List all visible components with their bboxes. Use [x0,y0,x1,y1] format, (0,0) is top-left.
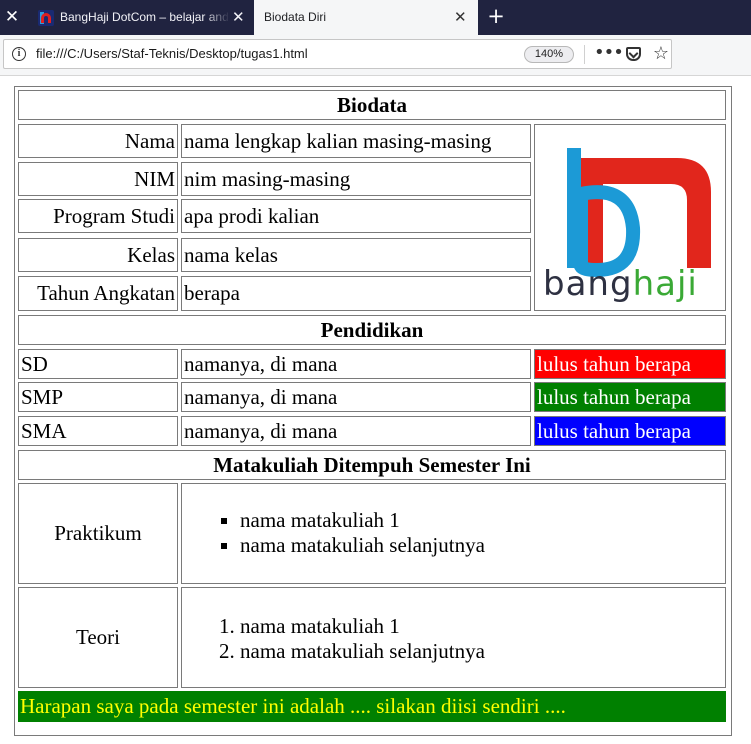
url-bar-divider [584,45,585,64]
level-smp: SMP [18,382,178,412]
teori-list: nama matakuliah 1 nama matakuliah selanj… [240,614,485,664]
label-nim: NIM [18,162,178,196]
year-smp: lulus tahun berapa [534,382,726,412]
value-tahun-angkatan: berapa [181,276,531,311]
list-item: nama matakuliah 1 [240,508,485,533]
matakuliah-header: Matakuliah Ditempuh Semester Ini [18,450,726,480]
tab-banghaji[interactable]: BangHaji DotCom – belajar and ✕ [26,0,250,35]
page-content: Biodata Nama nama lengkap kalian masing-… [0,77,751,744]
label-program-studi: Program Studi [18,199,178,233]
pendidikan-header: Pendidikan [18,315,726,345]
school-sma: namanya, di mana [181,416,531,446]
label-tahun-angkatan: Tahun Angkatan [18,276,178,311]
list-item: nama matakuliah selanjutnya [240,639,485,664]
list-item: nama matakuliah 1 [240,614,485,639]
tab-bar: ✕ BangHaji DotCom – belajar and ✕ Biodat… [0,0,751,35]
url-bar[interactable]: i file:///C:/Users/Staf-Teknis/Desktop/t… [3,39,672,69]
navigation-bar: i file:///C:/Users/Staf-Teknis/Desktop/t… [0,35,751,76]
teori-list-cell: nama matakuliah 1 nama matakuliah selanj… [181,587,726,688]
star-icon[interactable]: ☆ [651,41,671,67]
tab-title: BangHaji DotCom – belajar and [60,10,229,24]
tab-close-icon[interactable]: ✕ [454,0,467,35]
value-kelas: nama kelas [181,238,531,272]
level-sd: SD [18,349,178,379]
banghaji-logo-wordmark: banghaji [543,264,698,304]
school-sd: namanya, di mana [181,349,531,379]
list-item: nama matakuliah selanjutnya [240,533,485,558]
label-nama: Nama [18,124,178,158]
info-icon[interactable]: i [12,47,26,61]
url-text[interactable]: file:///C:/Users/Staf-Teknis/Desktop/tug… [36,40,308,68]
harapan-row: Harapan saya pada semester ini adalah ..… [18,691,726,722]
teori-label: Teori [18,587,178,688]
school-smp: namanya, di mana [181,382,531,412]
praktikum-list: nama matakuliah 1 nama matakuliah selanj… [240,508,485,558]
value-nim: nim masing-masing [181,162,531,196]
new-tab-icon[interactable]: + [484,0,508,35]
tab-close-icon[interactable]: ✕ [232,0,245,35]
tab-title: Biodata Diri [264,10,327,24]
year-sd: lulus tahun berapa [534,349,726,379]
value-nama: nama lengkap kalian masing-masing [181,124,531,158]
zoom-level-badge[interactable]: 140% [524,46,574,63]
banghaji-favicon-icon [38,10,54,26]
year-sma: lulus tahun berapa [534,416,726,446]
praktikum-label: Praktikum [18,483,178,584]
biodata-header: Biodata [18,90,726,120]
close-icon[interactable]: ✕ [0,0,24,35]
value-program-studi: apa prodi kalian [181,199,531,233]
tab-biodata-diri[interactable]: Biodata Diri ✕ [254,0,478,35]
more-icon[interactable]: ••• [594,40,624,66]
label-kelas: Kelas [18,238,178,272]
banghaji-logo: banghaji [537,128,725,312]
praktikum-list-cell: nama matakuliah 1 nama matakuliah selanj… [181,483,726,584]
level-sma: SMA [18,416,178,446]
pocket-icon[interactable] [626,47,641,61]
